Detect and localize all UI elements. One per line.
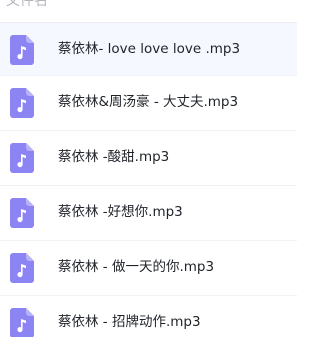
file-row[interactable]: 蔡依林 - 做一天的你.mp3 [0,241,297,296]
audio-file-icon [10,88,34,118]
file-row[interactable]: 蔡依林- love love love .mp3 [0,23,297,76]
audio-file-icon [10,35,34,65]
list-header: 文件名 [0,0,297,23]
file-row[interactable]: 蔡依林 - 招牌动作.mp3 [0,296,297,337]
file-name[interactable]: 蔡依林&周汤豪 - 大丈夫.mp3 [58,93,238,111]
file-row[interactable]: 蔡依林 -酸甜.mp3 [0,131,297,186]
file-name[interactable]: 蔡依林 -酸甜.mp3 [58,148,169,166]
file-name[interactable]: 蔡依林 - 做一天的你.mp3 [58,258,214,276]
audio-file-icon [10,253,34,283]
file-row[interactable]: 蔡依林&周汤豪 - 大丈夫.mp3 [0,76,297,131]
file-name[interactable]: 蔡依林 - 招牌动作.mp3 [58,313,201,331]
audio-file-icon [10,198,34,228]
audio-file-icon [10,143,34,173]
audio-file-icon [10,308,34,337]
file-list: 文件名 蔡依林- love love love .mp3 蔡依林&周汤豪 - 大… [0,0,297,337]
column-header-filename[interactable]: 文件名 [6,0,48,11]
file-row[interactable]: 蔡依林 -好想你.mp3 [0,186,297,241]
file-name[interactable]: 蔡依林 -好想你.mp3 [58,203,183,221]
file-rows: 蔡依林- love love love .mp3 蔡依林&周汤豪 - 大丈夫.m… [0,23,297,337]
file-name[interactable]: 蔡依林- love love love .mp3 [58,40,240,58]
